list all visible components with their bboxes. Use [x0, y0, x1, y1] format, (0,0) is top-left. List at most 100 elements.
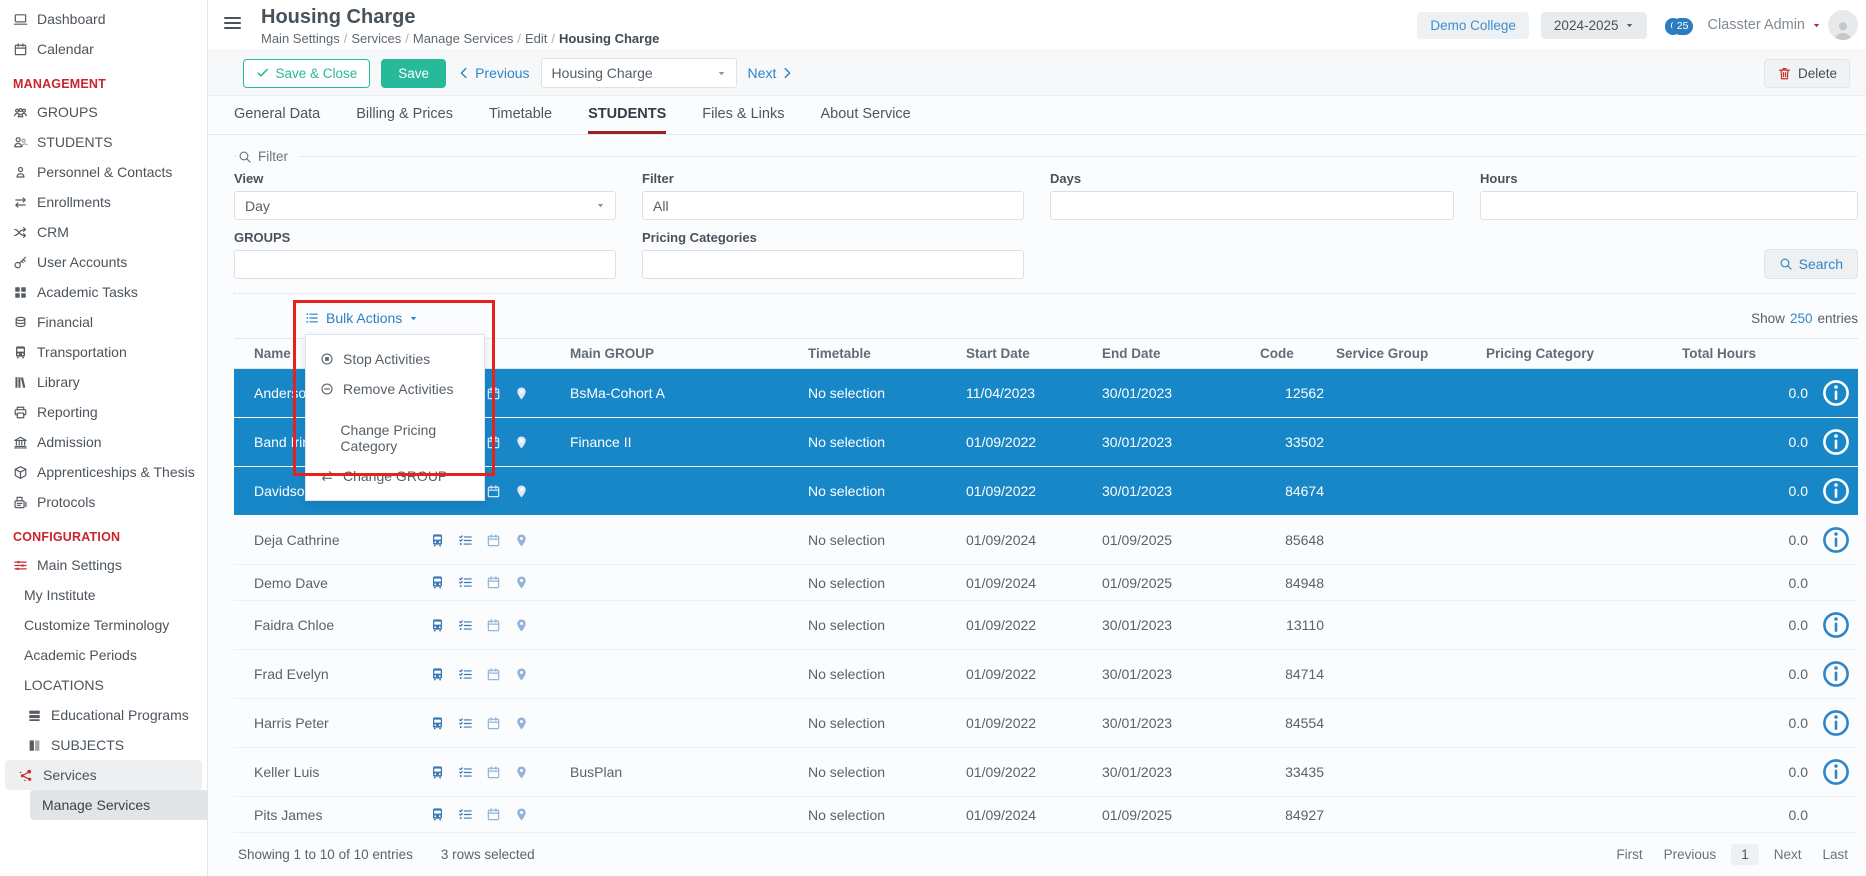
bus-icon[interactable] — [430, 618, 445, 633]
sidebar-item-manage-services[interactable]: Manage Services — [30, 790, 207, 820]
breadcrumb-item[interactable]: Main Settings — [261, 31, 340, 46]
tab-timetable[interactable]: Timetable — [489, 106, 552, 134]
calendar-icon[interactable] — [486, 807, 501, 822]
bus-icon[interactable] — [430, 575, 445, 590]
calendar-icon[interactable] — [486, 618, 501, 633]
checklist-icon[interactable] — [458, 618, 473, 633]
pin-icon[interactable] — [514, 618, 529, 633]
bus-icon[interactable] — [430, 533, 445, 548]
groups-input[interactable] — [234, 250, 616, 279]
pin-icon[interactable] — [514, 667, 529, 682]
sidebar-item-academic-periods[interactable]: Academic Periods — [0, 640, 207, 670]
pin-icon[interactable] — [514, 807, 529, 822]
tab-billing-prices[interactable]: Billing & Prices — [356, 106, 453, 134]
info-icon[interactable] — [1820, 475, 1852, 507]
sidebar-item-crm[interactable]: CRM — [0, 217, 207, 247]
pin-icon[interactable] — [514, 435, 529, 450]
info-icon[interactable] — [1820, 707, 1852, 739]
sidebar-item-enrollments[interactable]: Enrollments — [0, 187, 207, 217]
sidebar-item-protocols[interactable]: Protocols — [0, 487, 207, 517]
table-row[interactable]: Harris PeterNo selection01/09/202230/01/… — [234, 699, 1858, 748]
bulk-menu-item-stop-activities[interactable]: Stop Activities — [306, 344, 484, 374]
filter-select[interactable]: All — [642, 191, 1024, 220]
bus-icon[interactable] — [430, 807, 445, 822]
calendar-icon[interactable] — [486, 667, 501, 682]
previous-record-link[interactable]: Previous — [457, 65, 529, 81]
checklist-icon[interactable] — [458, 533, 473, 548]
delete-button[interactable]: Delete — [1764, 59, 1850, 88]
pin-icon[interactable] — [514, 533, 529, 548]
sidebar-item-my-institute[interactable]: My Institute — [0, 580, 207, 610]
tab-files-links[interactable]: Files & Links — [702, 106, 784, 134]
tab-students[interactable]: STUDENTS — [588, 106, 666, 134]
sidebar-item-personnel-contacts[interactable]: Personnel & Contacts — [0, 157, 207, 187]
sidebar-item-students[interactable]: STUDENTS — [0, 127, 207, 157]
sidebar-item-locations[interactable]: LOCATIONS — [0, 670, 207, 700]
record-selector[interactable]: Housing Charge — [541, 58, 737, 88]
info-icon[interactable] — [1820, 609, 1852, 641]
sidebar-item-admission[interactable]: Admission — [0, 427, 207, 457]
info-icon[interactable] — [1820, 756, 1852, 788]
pin-icon[interactable] — [514, 716, 529, 731]
sidebar-item-financial[interactable]: Financial — [0, 307, 207, 337]
next-record-link[interactable]: Next — [748, 65, 795, 81]
sidebar-item-services[interactable]: Services — [5, 760, 202, 790]
sidebar-item-subjects[interactable]: SUBJECTS — [0, 730, 207, 760]
pagination-1[interactable]: 1 — [1731, 844, 1759, 865]
info-icon[interactable] — [1820, 377, 1852, 409]
calendar-icon[interactable] — [486, 716, 501, 731]
menu-toggle-icon[interactable] — [224, 14, 241, 32]
avatar[interactable] — [1828, 10, 1858, 40]
sidebar-item-apprenticeships-thesis[interactable]: Apprenticeships & Thesis — [0, 457, 207, 487]
calendar-icon[interactable] — [486, 765, 501, 780]
pin-icon[interactable] — [514, 575, 529, 590]
bulk-menu-item-change-pricing-category[interactable]: Change Pricing Category — [306, 415, 484, 461]
pagination-next[interactable]: Next — [1768, 844, 1808, 865]
table-row[interactable]: Pits JamesNo selection01/09/202401/09/20… — [234, 797, 1858, 833]
pagination-last[interactable]: Last — [1816, 844, 1854, 865]
bus-icon[interactable] — [430, 765, 445, 780]
sidebar-item-reporting[interactable]: Reporting — [0, 397, 207, 427]
table-row[interactable]: Demo DaveNo selection01/09/202401/09/202… — [234, 565, 1858, 601]
checklist-icon[interactable] — [458, 575, 473, 590]
table-row[interactable]: Frad EvelynNo selection01/09/202230/01/2… — [234, 650, 1858, 699]
breadcrumb-item[interactable]: Housing Charge — [559, 31, 659, 46]
calendar-icon[interactable] — [486, 484, 501, 499]
bus-icon[interactable] — [430, 667, 445, 682]
pagination-previous[interactable]: Previous — [1658, 844, 1723, 865]
tab-general-data[interactable]: General Data — [234, 106, 320, 134]
bus-icon[interactable] — [430, 716, 445, 731]
bulk-actions-button[interactable]: Bulk Actions — [303, 307, 420, 329]
info-icon[interactable] — [1820, 426, 1852, 458]
table-row[interactable]: Deja CathrineNo selection01/09/202401/09… — [234, 516, 1858, 565]
breadcrumb-item[interactable]: Manage Services — [413, 31, 513, 46]
tab-about-service[interactable]: About Service — [820, 106, 910, 134]
save-close-button[interactable]: Save & Close — [243, 59, 370, 88]
breadcrumb-item[interactable]: Edit — [525, 31, 547, 46]
calendar-icon[interactable] — [486, 533, 501, 548]
calendar-icon[interactable] — [486, 435, 501, 450]
sidebar-item-groups[interactable]: GROUPS — [0, 97, 207, 127]
sidebar-item-calendar[interactable]: Calendar — [0, 34, 207, 64]
sidebar-item-user-accounts[interactable]: User Accounts — [0, 247, 207, 277]
info-icon[interactable] — [1820, 524, 1852, 556]
breadcrumb-item[interactable]: Services — [351, 31, 401, 46]
checklist-icon[interactable] — [458, 667, 473, 682]
days-input[interactable] — [1050, 191, 1454, 220]
save-button[interactable]: Save — [381, 59, 446, 88]
bulk-menu-item-change-group[interactable]: Change GROUP — [306, 461, 484, 491]
sidebar-item-dashboard[interactable]: Dashboard — [0, 4, 207, 34]
calendar-icon[interactable] — [486, 386, 501, 401]
calendar-icon[interactable] — [486, 575, 501, 590]
bulk-menu-item-remove-activities[interactable]: Remove Activities — [306, 374, 484, 404]
sidebar-item-educational-programs[interactable]: Educational Programs — [0, 700, 207, 730]
institute-button[interactable]: Demo College — [1417, 12, 1529, 39]
sidebar-item-academic-tasks[interactable]: Academic Tasks — [0, 277, 207, 307]
view-select[interactable]: Day — [234, 191, 616, 220]
info-icon[interactable] — [1820, 658, 1852, 690]
user-menu[interactable]: Classter Admin — [1707, 10, 1858, 40]
pagination-first[interactable]: First — [1610, 844, 1648, 865]
sidebar-item-main-settings[interactable]: Main Settings — [0, 550, 207, 580]
checklist-icon[interactable] — [458, 765, 473, 780]
search-button[interactable]: Search — [1764, 249, 1858, 279]
